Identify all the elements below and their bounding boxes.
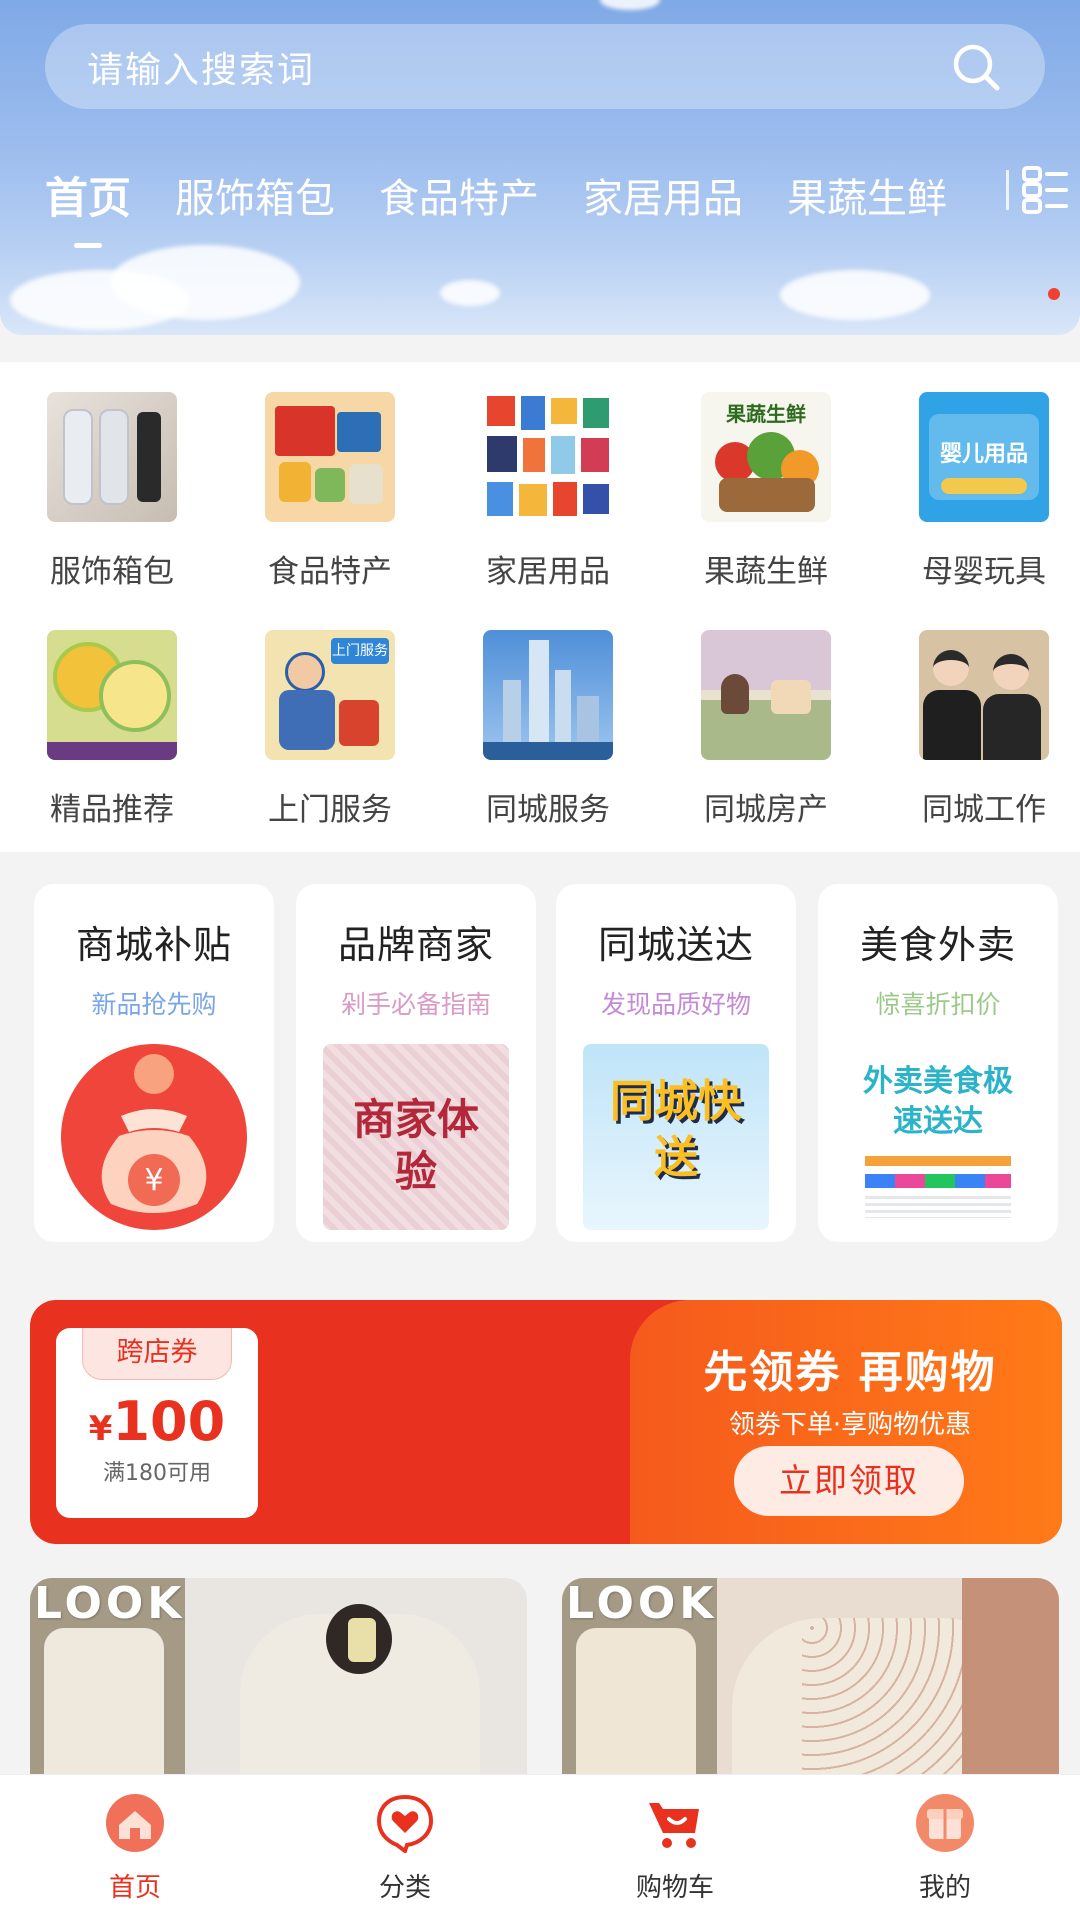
- food-delivery-image: 外卖美食极速送达: [845, 1044, 1031, 1230]
- nav-profile[interactable]: 我的: [810, 1775, 1080, 1920]
- category-label: 服饰箱包: [50, 554, 174, 590]
- coupon-subline: 领劵下单·享购物优惠: [728, 1410, 972, 1440]
- category-baby-toys[interactable]: 婴儿用品 母婴玩具: [904, 392, 1064, 591]
- feature-title: 品牌商家: [337, 923, 494, 967]
- product-card[interactable]: LOOK: [562, 1578, 1059, 1774]
- merchant-experience-image: 商家体验: [323, 1044, 509, 1230]
- look-overlay-text: LOOK: [34, 1578, 186, 1629]
- feature-card-food-delivery[interactable]: 美食外卖 惊喜折扣价 外卖美食极速送达: [818, 884, 1058, 1242]
- nav-cart[interactable]: 购物车: [540, 1775, 810, 1920]
- feature-card-city-delivery[interactable]: 同城送达 发现品质好物 同城快送: [556, 884, 796, 1242]
- coupon-ticket: 跨店券 ¥100 满180可用: [56, 1328, 258, 1518]
- category-produce[interactable]: 果蔬生鲜 果蔬生鲜: [686, 392, 846, 591]
- tab-household[interactable]: 家居用品: [583, 166, 743, 224]
- svg-text:¥: ¥: [144, 1163, 163, 1198]
- tab-produce[interactable]: 果蔬生鲜: [787, 166, 947, 224]
- feature-subtitle: 惊喜折扣价: [875, 990, 1001, 1019]
- food-thumbnail: [265, 392, 395, 522]
- category-label: 精品推荐: [50, 792, 174, 828]
- coupon-banner[interactable]: 跨店券 ¥100 满180可用 先领券 再购物 领劵下单·享购物优惠 立即领取: [30, 1300, 1062, 1544]
- category-real-estate[interactable]: 同城房产: [686, 630, 846, 829]
- header-banner: 请输入搜索词 首页 服饰箱包 食品特产 家居用品 果蔬生鲜: [0, 0, 1080, 335]
- city-service-thumbnail: [483, 630, 613, 760]
- cloud-decoration: [780, 270, 930, 320]
- tab-divider: [1006, 170, 1009, 210]
- nav-category[interactable]: 分类: [270, 1775, 540, 1920]
- tab-home[interactable]: 首页: [45, 164, 131, 248]
- coupon-amount: ¥100: [88, 1390, 226, 1453]
- feature-title: 美食外卖: [859, 923, 1016, 967]
- category-jobs[interactable]: 同城工作: [904, 630, 1064, 829]
- nav-label: 我的: [918, 1873, 971, 1903]
- category-label: 同城服务: [486, 792, 610, 828]
- baby-toys-thumbnail: 婴儿用品: [919, 392, 1049, 522]
- category-household[interactable]: 家居用品: [468, 392, 628, 591]
- category-grid: 服饰箱包 食品特产 家居用品 果蔬生鲜 果蔬生鲜 婴儿用品 母婴玩具 精品推荐 …: [0, 362, 1080, 852]
- feature-card-mall-subsidy[interactable]: 商城补贴 新品抢先购 ¥: [34, 884, 274, 1242]
- search-placeholder: 请输入搜索词: [87, 49, 316, 91]
- category-label: 家居用品: [486, 554, 610, 590]
- feature-subtitle: 新品抢先购: [91, 990, 217, 1019]
- search-icon[interactable]: [949, 40, 1003, 94]
- real-estate-thumbnail: [701, 630, 831, 760]
- cart-icon: [649, 1803, 699, 1848]
- featured-thumbnail: [47, 630, 177, 760]
- tab-clothing[interactable]: 服饰箱包: [175, 166, 335, 224]
- money-bag-image: ¥: [61, 1044, 247, 1230]
- home-icon: [106, 1794, 164, 1852]
- banner-indicator-dot: [1048, 288, 1060, 300]
- product-card[interactable]: LOOK: [30, 1578, 527, 1774]
- category-featured[interactable]: 精品推荐: [32, 630, 192, 829]
- nav-label: 首页: [108, 1873, 161, 1903]
- clothing-thumbnail: [47, 392, 177, 522]
- category-food[interactable]: 食品特产: [250, 392, 410, 591]
- feature-card-brand-merchants[interactable]: 品牌商家 剁手必备指南 商家体验: [296, 884, 536, 1242]
- menu-grid-icon[interactable]: [1020, 164, 1070, 216]
- category-label: 母婴玩具: [922, 554, 1046, 590]
- produce-thumbnail: 果蔬生鲜: [701, 392, 831, 522]
- nav-label: 分类: [378, 1873, 431, 1903]
- home-service-thumbnail: 上门服务: [265, 630, 395, 760]
- coupon-tag: 跨店券: [82, 1328, 232, 1380]
- feature-subtitle: 剁手必备指南: [340, 990, 491, 1019]
- coupon-condition: 满180可用: [103, 1461, 211, 1486]
- category-label: 上门服务: [268, 792, 392, 828]
- feature-cards: 商城补贴 新品抢先购 ¥ 品牌商家 剁手必备指南 商家体验 同城送达 发现品质好…: [0, 852, 1080, 1267]
- cloud-decoration: [440, 280, 500, 306]
- tab-food[interactable]: 食品特产: [379, 166, 539, 224]
- bottom-navigation: 首页 分类 购物车 我的: [0, 1774, 1080, 1920]
- nav-home[interactable]: 首页: [0, 1775, 270, 1920]
- category-label: 果蔬生鲜: [704, 554, 828, 590]
- cloud-decoration: [110, 245, 300, 320]
- category-heart-icon: [376, 1794, 434, 1855]
- feature-title: 同城送达: [597, 923, 754, 967]
- jobs-thumbnail: [919, 630, 1049, 760]
- profile-icon: [916, 1794, 974, 1852]
- nav-label: 购物车: [635, 1873, 714, 1903]
- category-city-service[interactable]: 同城服务: [468, 630, 628, 829]
- household-thumbnail: [483, 392, 613, 522]
- category-label: 同城工作: [922, 792, 1046, 828]
- feature-title: 商城补贴: [75, 923, 232, 967]
- feature-subtitle: 发现品质好物: [600, 990, 751, 1019]
- category-tabs: 首页 服饰箱包 食品特产 家居用品 果蔬生鲜: [45, 160, 1055, 248]
- claim-coupon-button[interactable]: 立即领取: [734, 1446, 964, 1516]
- city-express-image: 同城快送: [583, 1044, 769, 1230]
- category-clothing[interactable]: 服饰箱包: [32, 392, 192, 591]
- coupon-headline: 先领券 再购物: [703, 1347, 997, 1398]
- look-overlay-text: LOOK: [566, 1578, 718, 1629]
- cloud-decoration: [600, 0, 660, 10]
- category-home-service[interactable]: 上门服务 上门服务: [250, 630, 410, 829]
- category-label: 同城房产: [704, 792, 828, 828]
- search-input[interactable]: 请输入搜索词: [45, 24, 1045, 109]
- category-label: 食品特产: [268, 554, 392, 590]
